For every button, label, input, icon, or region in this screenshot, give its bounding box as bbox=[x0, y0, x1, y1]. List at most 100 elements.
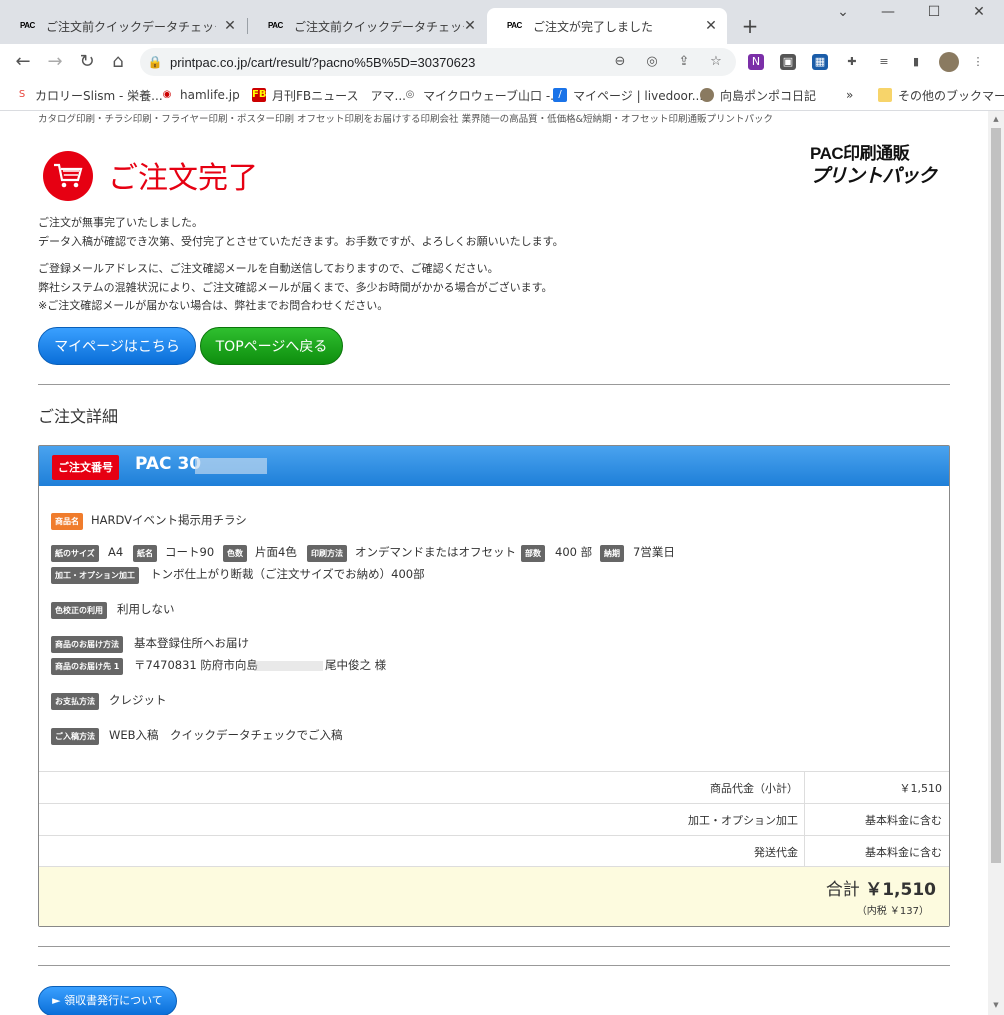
share-icon[interactable]: ⇪ bbox=[676, 54, 692, 70]
vertical-scrollbar[interactable]: ▲ ▼ bbox=[988, 111, 1004, 1015]
delivery-label: 納期 bbox=[600, 545, 624, 562]
bookmark-hamlife[interactable]: ◉ hamlife.jp bbox=[160, 86, 240, 104]
column-divider bbox=[804, 836, 805, 867]
tab-title: ご注文が完了しました bbox=[533, 19, 654, 34]
size-value: A4 bbox=[108, 545, 124, 559]
tab-title: ご注文前クイックデータチェック サー| bbox=[46, 19, 216, 34]
total-amount: ￥1,510 bbox=[865, 880, 936, 900]
url-text: printpac.co.jp/cart/result/?pacno%5B%5D=… bbox=[170, 54, 476, 70]
email-notice: ご登録メールアドレスに、ご注文確認メールを自動送信しておりますので、ご確認くださ… bbox=[38, 262, 499, 275]
lock-icon: 🔒 bbox=[147, 55, 163, 69]
order-details-heading: ご注文詳細 bbox=[38, 407, 119, 426]
bookmark-livedoor[interactable]: / マイページ | livedoor... bbox=[553, 86, 703, 104]
hamlife-icon: ◉ bbox=[162, 89, 172, 100]
shipping-method-label: 商品のお届け方法 bbox=[51, 636, 123, 653]
star-icon[interactable]: ☆ bbox=[708, 54, 724, 70]
data-confirm-message: データ入稿が確認でき次第、受付完了とさせていただきます。お手数ですが、よろしくお… bbox=[38, 235, 564, 248]
page-content: カタログ印刷・チラシ印刷・フライヤー印刷・ポスター印刷 オフセット印刷をお届けす… bbox=[0, 111, 988, 1015]
shipping-address-part2: 尾中俊之 様 bbox=[325, 658, 387, 672]
top-page-button[interactable]: TOPページへ戻る bbox=[200, 327, 343, 365]
puzzle-icon[interactable]: ✚ bbox=[844, 54, 860, 70]
slism-icon: S bbox=[18, 89, 26, 100]
tab-strip: PAC ご注文前クイックデータチェック サー| ✕ PAC ご注文前クイックデー… bbox=[0, 0, 1004, 44]
bookmark-slism[interactable]: S カロリーSlism - 栄養... bbox=[15, 86, 163, 104]
total-label: 合計 bbox=[825, 880, 860, 900]
bookmark-fb[interactable]: FB 月刊FBニュース アマ... bbox=[252, 86, 406, 104]
maximize-icon[interactable]: ☐ bbox=[919, 4, 949, 20]
option-label: 加工・オプション加工 bbox=[51, 567, 139, 584]
address-bar[interactable]: 🔒 printpac.co.jp/cart/result/?pacno%5B%5… bbox=[140, 48, 736, 76]
size-label: 紙のサイズ bbox=[51, 545, 99, 562]
browser-chrome: PAC ご注文前クイックデータチェック サー| ✕ PAC ご注文前クイックデー… bbox=[0, 0, 1004, 111]
order-details-box: ご注文番号 PAC 30 商品名 HARDVイベント掲示用チラシ 紙のサイズ A… bbox=[38, 445, 950, 927]
divider bbox=[38, 946, 950, 947]
price-value: 基本料金に含む bbox=[865, 814, 942, 827]
avatar[interactable] bbox=[939, 52, 959, 72]
receipt-info-button[interactable]: ► 領収書発行について bbox=[38, 986, 177, 1015]
bookmarks-overflow-icon[interactable]: » bbox=[846, 86, 853, 104]
print-method-value: オンデマンドまたはオフセット bbox=[355, 545, 516, 559]
kebab-menu-icon[interactable]: ⋮ bbox=[970, 54, 986, 70]
media-icon[interactable]: ≡ bbox=[876, 54, 892, 70]
window-close-icon[interactable]: ✕ bbox=[964, 4, 994, 20]
payment-value: クレジット bbox=[109, 693, 167, 707]
bookmark-label: hamlife.jp bbox=[180, 88, 240, 102]
price-value: ￥1,510 bbox=[899, 782, 943, 795]
printpac-logo[interactable]: PAC印刷通販 プリントパック bbox=[810, 139, 940, 187]
close-icon[interactable]: ✕ bbox=[222, 18, 238, 34]
option-value: トンボ仕上がり断裁（ご注文サイズでお納め）400部 bbox=[150, 567, 425, 581]
bookmark-ponpoko[interactable]: 向島ポンポコ日記 bbox=[700, 86, 816, 104]
tab-3-active[interactable]: PAC ご注文が完了しました ✕ bbox=[487, 8, 727, 44]
price-row-shipping: 発送代金 基本料金に含む bbox=[39, 835, 949, 867]
paper-label: 紙名 bbox=[133, 545, 157, 562]
redacted-area bbox=[195, 458, 267, 474]
back-arrow-icon[interactable]: ← bbox=[13, 52, 33, 72]
minimize-icon[interactable]: — bbox=[873, 4, 903, 20]
bookmark-microwave[interactable]: ◎ マイクロウェーブ山口 -... bbox=[403, 86, 562, 104]
divider bbox=[38, 384, 950, 385]
price-label: 発送代金 bbox=[754, 846, 798, 859]
onenote-icon[interactable]: N bbox=[748, 54, 764, 70]
redacted-area bbox=[255, 661, 323, 671]
completion-message: ご注文が無事完了いたしました。 bbox=[38, 216, 203, 229]
forward-arrow-icon[interactable]: → bbox=[45, 52, 65, 72]
price-label: 商品代金（小計） bbox=[710, 782, 798, 795]
copies-value: 400 部 bbox=[555, 545, 593, 559]
mypage-button[interactable]: マイページはこちら bbox=[38, 327, 196, 365]
scroll-up-icon[interactable]: ▲ bbox=[992, 115, 1000, 123]
home-icon[interactable]: ⌂ bbox=[108, 52, 128, 72]
bookmark-label: マイクロウェーブ山口 -... bbox=[423, 88, 562, 103]
tab-2[interactable]: PAC ご注文前クイックデータチェック サー| ✕ bbox=[248, 8, 486, 44]
price-row-option: 加工・オプション加工 基本料金に含む bbox=[39, 803, 949, 835]
pac-favicon: PAC bbox=[268, 21, 283, 30]
bookmark-label: その他のブックマーク bbox=[898, 88, 1004, 103]
sidepanel-icon[interactable]: ▮ bbox=[908, 54, 924, 70]
colors-value: 片面4色 bbox=[255, 545, 297, 559]
chevron-down-icon[interactable]: ⌄ bbox=[828, 4, 858, 20]
proof-value: 利用しない bbox=[117, 602, 175, 616]
scrollbar-thumb[interactable] bbox=[991, 128, 1001, 863]
eye-off-icon[interactable]: ◎ bbox=[644, 54, 660, 70]
close-icon[interactable]: ✕ bbox=[462, 18, 478, 34]
contact-notice: ※ご注文確認メールが届かない場合は、弊社までお問合わせください。 bbox=[38, 299, 389, 312]
tab-1[interactable]: PAC ご注文前クイックデータチェック サー| ✕ bbox=[0, 8, 246, 44]
pac-favicon: PAC bbox=[20, 21, 35, 30]
colors-label: 色数 bbox=[223, 545, 247, 562]
new-tab-plus-icon[interactable]: + bbox=[738, 14, 762, 38]
extension-icon[interactable]: ▣ bbox=[780, 54, 796, 70]
submission-label: ご入稿方法 bbox=[51, 728, 99, 745]
browser-toolbar: ← → ↻ ⌂ 🔒 printpac.co.jp/cart/result/?pa… bbox=[0, 44, 1004, 80]
calendar-icon[interactable]: ▦ bbox=[812, 54, 828, 70]
column-divider bbox=[804, 772, 805, 803]
tab-title: ご注文前クイックデータチェック サー| bbox=[294, 19, 464, 34]
reload-icon[interactable]: ↻ bbox=[77, 52, 97, 72]
bookmarks-bar: S カロリーSlism - 栄養... ◉ hamlife.jp FB 月刊FB… bbox=[0, 80, 1004, 111]
livedoor-icon: / bbox=[553, 88, 567, 102]
page-title: ご注文完了 bbox=[108, 161, 258, 196]
zoom-icon[interactable]: ⊖ bbox=[612, 54, 628, 70]
tax-included: （内税 ￥137） bbox=[856, 906, 929, 917]
scroll-down-icon[interactable]: ▼ bbox=[992, 1001, 1000, 1009]
price-value: 基本料金に含む bbox=[865, 846, 942, 859]
close-icon[interactable]: ✕ bbox=[703, 18, 719, 34]
bookmark-other[interactable]: その他のブックマーク bbox=[878, 86, 1004, 104]
